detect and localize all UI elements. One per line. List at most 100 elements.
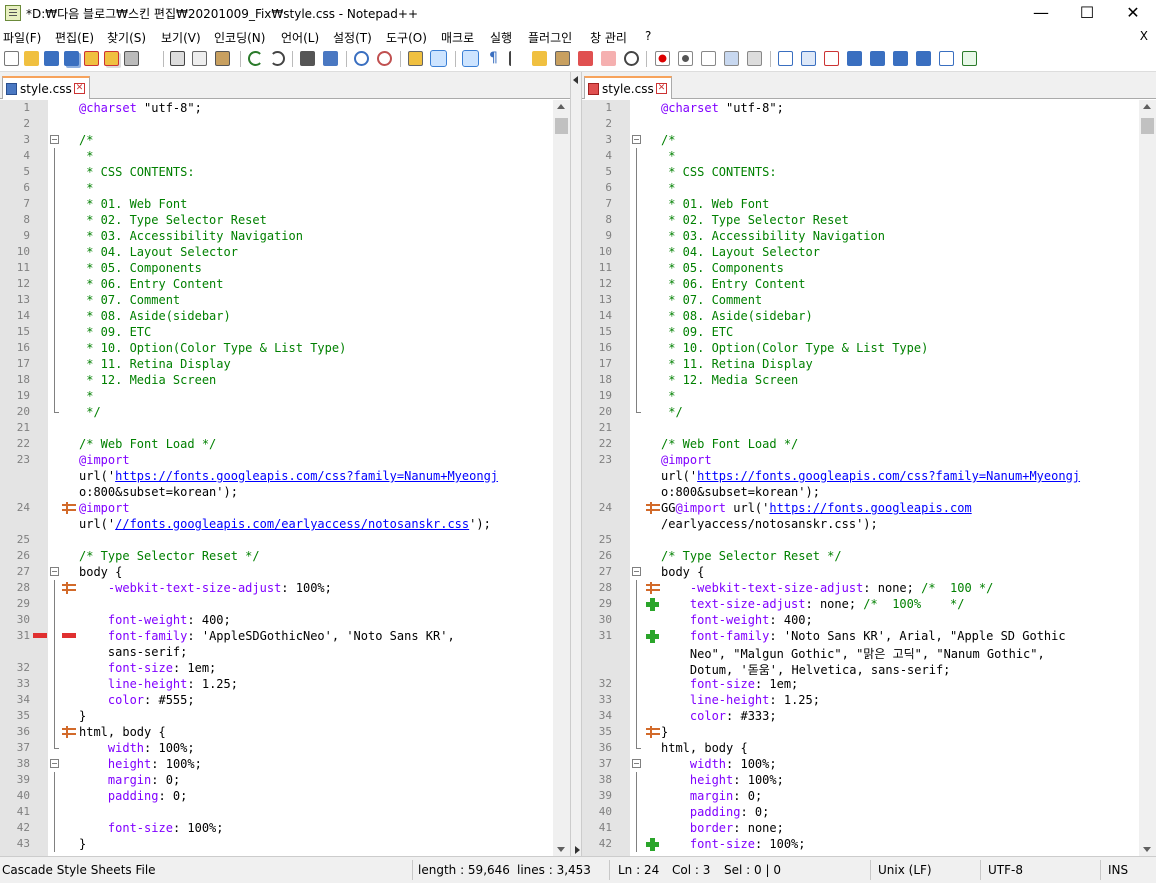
tab-style-css-right[interactable]: style.css ✕ [584,76,672,99]
fold-margin [632,100,643,116]
copy-icon[interactable] [192,51,207,66]
menu-macro[interactable]: 매크로 [441,29,474,46]
fold-margin [632,212,643,228]
close-window-button[interactable]: ✕ [1110,0,1156,26]
menu-run[interactable]: 실행 [490,29,512,46]
close-icon[interactable] [84,51,99,66]
udl-icon[interactable] [532,51,547,66]
paste-icon[interactable] [215,51,230,66]
record-macro-icon[interactable] [655,51,670,66]
indent-guide-icon[interactable] [509,51,524,66]
close-all-icon[interactable] [104,51,119,66]
compare-icon[interactable] [778,51,793,66]
compare-refresh-icon[interactable] [962,51,977,66]
status-separator [412,860,413,880]
stop-macro-icon[interactable] [678,51,693,66]
compare-options-icon[interactable] [916,51,931,66]
fold-collapse-icon[interactable] [50,567,59,576]
save-all-icon[interactable] [64,51,79,66]
fold-margin [50,548,61,564]
menu-language[interactable]: 언어(L) [281,29,319,46]
fold-margin [50,180,61,196]
fold-collapse-icon[interactable] [632,759,641,768]
line-number: 17 [16,357,30,370]
redo-icon[interactable] [270,51,285,66]
tab-style-css-left[interactable]: style.css ✕ [2,76,90,99]
compare-clear-icon[interactable] [801,51,816,66]
compare-nav-first-icon[interactable] [824,51,839,66]
fold-collapse-icon[interactable] [50,759,59,768]
fold-collapse-icon[interactable] [50,135,59,144]
compare-sync-icon[interactable] [939,51,954,66]
pane-splitter[interactable] [570,72,582,856]
menu-file[interactable]: 파일(F) [3,29,41,46]
sync-vertical-icon[interactable] [408,51,423,66]
status-encoding[interactable]: UTF-8 [988,863,1023,877]
status-insert-mode[interactable]: INS [1108,863,1128,877]
find-icon[interactable] [300,51,315,66]
diff-changed-icon [646,726,660,738]
scroll-up-icon[interactable] [1143,104,1151,109]
scroll-up-icon[interactable] [557,104,565,109]
play-macro-icon[interactable] [701,51,716,66]
status-eol[interactable]: Unix (LF) [878,863,932,877]
status-separator [870,860,871,880]
splitter-left-arrow-icon[interactable] [573,76,578,84]
menu-encoding[interactable]: 인코딩(N) [214,29,265,46]
menu-search[interactable]: 찾기(S) [107,29,146,46]
menu-settings[interactable]: 설정(T) [333,29,372,46]
print-icon[interactable] [124,51,139,66]
fold-collapse-icon[interactable] [632,135,641,144]
word-wrap-icon[interactable] [462,50,479,67]
scroll-thumb[interactable] [555,118,568,134]
undo-icon[interactable] [248,51,263,66]
minimize-button[interactable]: — [1018,0,1064,26]
menu-edit[interactable]: 편집(E) [55,29,94,46]
save-macro-icon[interactable] [747,51,762,66]
scroll-down-icon[interactable] [557,847,565,852]
menu-close-doc-button[interactable]: X [1140,29,1148,43]
doc-map-icon[interactable] [555,51,570,66]
fold-margin [50,148,61,164]
right-editor[interactable]: 1 @charset "utf-8"; 2 3/* 4 * 5 * CSS CONTENT… [582,100,1156,856]
menu-help[interactable]: ? [645,29,651,43]
open-file-icon[interactable] [24,51,39,66]
left-vertical-scrollbar[interactable] [553,100,570,856]
show-all-chars-icon[interactable]: ¶ [486,51,501,66]
diff-added-icon [646,838,660,851]
save-icon[interactable] [44,51,59,66]
right-vertical-scrollbar[interactable] [1139,100,1156,856]
cut-icon[interactable] [170,51,185,66]
line-number: 37 [16,741,30,754]
run-macro-multiple-icon[interactable] [724,51,739,66]
diff-removed-icon [33,633,47,638]
scroll-thumb[interactable] [1141,118,1154,134]
menu-window[interactable]: 창 관리 [590,29,627,46]
fold-margin [50,532,61,548]
function-list-icon[interactable] [578,51,593,66]
compare-nav-next-icon[interactable] [870,51,885,66]
line-number: 11 [598,261,612,274]
status-line-number: Ln : 24 [618,863,660,877]
compare-nav-last-icon[interactable] [893,51,908,66]
fold-margin [632,244,643,260]
zoom-in-icon[interactable] [354,51,369,66]
tab-close-icon[interactable]: ✕ [74,83,85,94]
new-file-icon[interactable] [4,51,19,66]
sync-horizontal-icon[interactable] [430,50,447,67]
maximize-button[interactable]: ☐ [1064,0,1110,26]
monitoring-icon[interactable] [624,51,639,66]
fold-collapse-icon[interactable] [632,567,641,576]
fold-margin [50,388,61,404]
tab-close-icon[interactable]: ✕ [656,83,667,94]
menu-view[interactable]: 보기(V) [161,29,201,46]
splitter-right-arrow-icon[interactable] [575,846,580,854]
zoom-out-icon[interactable] [377,51,392,66]
replace-icon[interactable] [323,51,338,66]
left-editor[interactable]: 1 @charset "utf-8"; 2 3/* 4 * 5 * CSS CONTENT… [0,100,570,856]
scroll-down-icon[interactable] [1143,847,1151,852]
menu-plugins[interactable]: 플러그인 [528,29,572,46]
menu-tools[interactable]: 도구(O) [386,29,427,46]
compare-nav-prev-icon[interactable] [847,51,862,66]
folder-as-workspace-icon[interactable] [601,51,616,66]
